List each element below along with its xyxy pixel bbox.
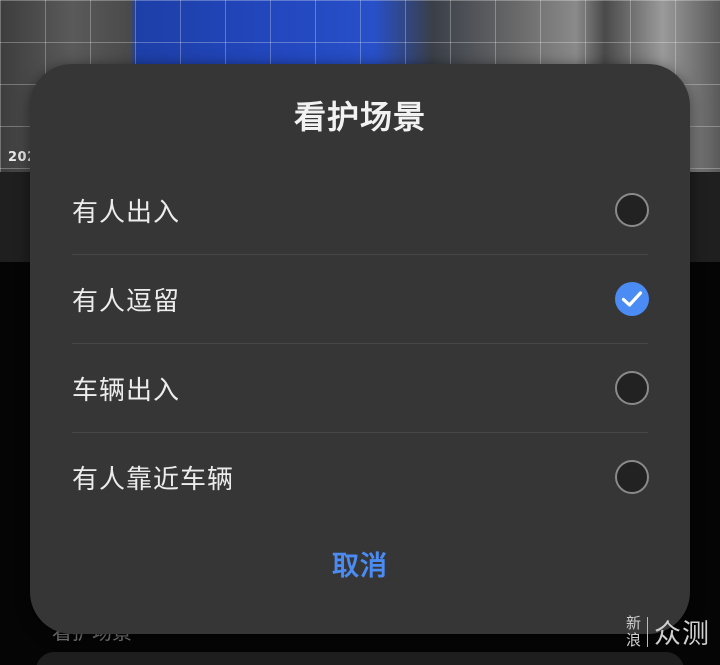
radio-empty-icon[interactable] <box>615 193 649 227</box>
option-label: 有人靠近车辆 <box>72 464 235 495</box>
dialog-title: 看护场景 <box>293 98 426 136</box>
option-row-person-entry[interactable]: 有人出入 <box>72 166 649 255</box>
option-list: 有人出入 有人逗留 车辆出入 有人靠近车辆 <box>72 166 649 521</box>
check-icon[interactable] <box>615 282 649 316</box>
option-row-person-near-vehicle[interactable]: 有人靠近车辆 <box>72 433 649 521</box>
option-row-person-loitering[interactable]: 有人逗留 <box>72 255 649 344</box>
option-label: 车辆出入 <box>72 375 181 406</box>
watermark-line2: 浪 <box>625 630 641 649</box>
radio-empty-icon[interactable] <box>615 460 649 494</box>
watermark-brand: 众测 <box>654 619 710 650</box>
watermark-line1: 新 <box>625 613 641 632</box>
option-label: 有人出入 <box>72 197 181 228</box>
screen: 202 看护场景 看护场景 有人出入 有人逗留 车辆出入 <box>0 0 720 665</box>
settings-peek-card <box>36 652 684 665</box>
cancel-button[interactable]: 取消 <box>30 544 690 583</box>
watermark-logo-text: 新 浪 <box>625 613 641 649</box>
watermark-divider <box>647 616 648 647</box>
radio-empty-icon[interactable] <box>615 371 649 405</box>
option-label: 有人逗留 <box>72 286 181 317</box>
scene-select-dialog: 看护场景 有人出入 有人逗留 车辆出入 有人靠近车辆 取消 <box>30 64 690 634</box>
watermark: 新 浪 众测 <box>626 612 710 651</box>
option-row-vehicle-entry[interactable]: 车辆出入 <box>72 344 649 433</box>
